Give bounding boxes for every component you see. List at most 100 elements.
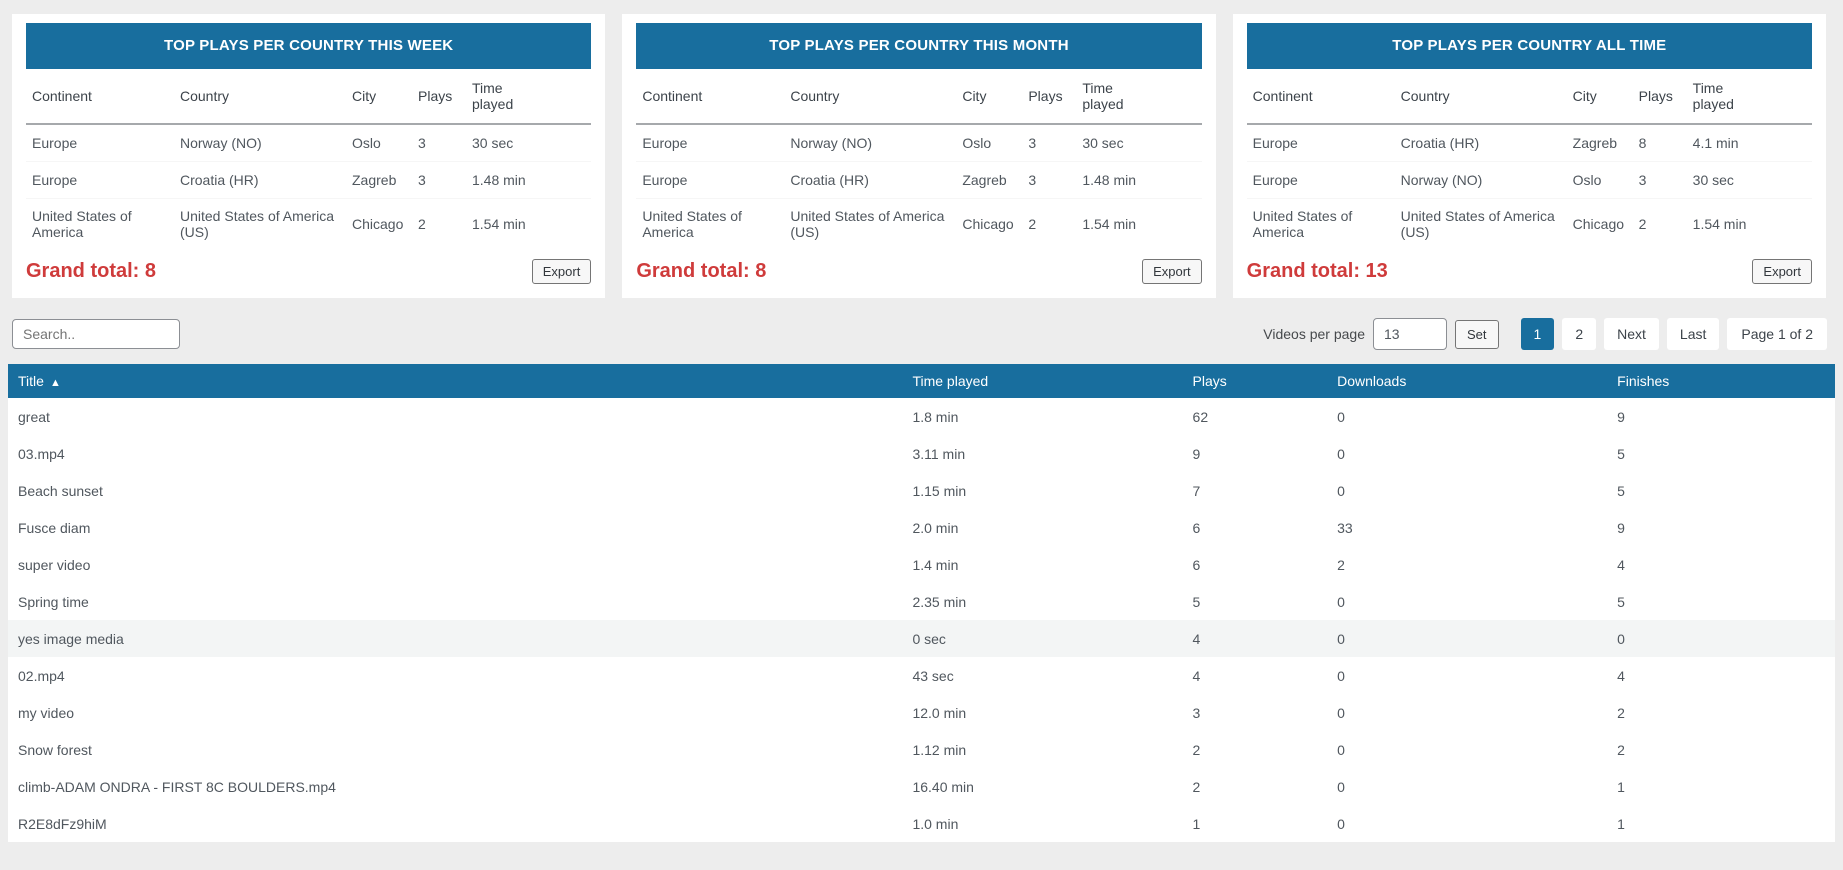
city-cell: Chicago bbox=[1572, 216, 1625, 232]
finishes-cell: 2 bbox=[1617, 741, 1625, 758]
video-stats-row: my video 12.0 min 3 0 2 bbox=[8, 694, 1835, 731]
plays-cell: 2 bbox=[1638, 216, 1647, 232]
title-cell: Snow forest bbox=[18, 741, 92, 758]
city-cell: Zagreb bbox=[1572, 135, 1618, 151]
time-played-cell: 4.1 min bbox=[1692, 135, 1739, 151]
video-stats-row: 03.mp4 3.11 min 9 0 5 bbox=[8, 435, 1835, 472]
title-cell: R2E8dFz9hiM bbox=[18, 815, 107, 832]
country-cell: Croatia (HR) bbox=[1400, 135, 1480, 151]
column-header-country: Country bbox=[180, 88, 230, 104]
export-button[interactable]: Export bbox=[531, 259, 592, 284]
card-table-header: Continent Country City Plays Time played bbox=[636, 69, 1202, 125]
country-cell: United States of America (US) bbox=[790, 208, 945, 240]
title-cell: great bbox=[18, 408, 50, 425]
time-played-cell: 1.54 min bbox=[472, 216, 526, 232]
card-table-body: Europe Croatia (HR) Zagreb 8 4.1 min Eur… bbox=[1246, 125, 1812, 249]
title-cell: Spring time bbox=[18, 593, 89, 610]
videos-per-page-input[interactable] bbox=[1373, 318, 1447, 350]
plays-cell: 2 bbox=[1028, 216, 1037, 232]
card-title: TOP PLAYS PER COUNTRY ALL TIME bbox=[1246, 23, 1812, 69]
card-footer: Grand total: 8 Export bbox=[26, 249, 592, 298]
grand-total: Grand total: 8 bbox=[26, 260, 157, 282]
continent-cell: Europe bbox=[1252, 135, 1298, 151]
finishes-cell: 9 bbox=[1617, 408, 1625, 425]
videos-table: Title ▲ Time played Plays Downloads Finis… bbox=[8, 364, 1835, 842]
finishes-cell: 9 bbox=[1617, 519, 1625, 536]
column-header-country: Country bbox=[1400, 88, 1450, 104]
card-table-header: Continent Country City Plays Time played bbox=[1246, 69, 1812, 125]
plays-cell: 9 bbox=[1192, 445, 1201, 462]
videos-table-body: great 1.8 min 62 0 9 03.mp4 3.11 min 9 0… bbox=[8, 398, 1835, 842]
table-row: United States of America United States o… bbox=[636, 199, 1201, 249]
video-stats-row: Fusce diam 2.0 min 6 33 9 bbox=[8, 509, 1835, 546]
downloads-cell: 0 bbox=[1337, 630, 1345, 647]
page-button-2[interactable]: 2 bbox=[1562, 318, 1597, 350]
finishes-cell: 5 bbox=[1617, 482, 1625, 499]
downloads-cell: 2 bbox=[1337, 556, 1345, 573]
plays-cell: 2 bbox=[1192, 778, 1201, 795]
city-cell: Zagreb bbox=[962, 172, 1007, 188]
videos-per-page-label: Videos per page bbox=[1263, 326, 1365, 342]
city-cell: Zagreb bbox=[352, 172, 397, 188]
time-played-cell: 30 sec bbox=[1692, 172, 1734, 188]
finishes-cell: 2 bbox=[1617, 704, 1625, 721]
video-stats-row: super video 1.4 min 6 2 4 bbox=[8, 546, 1835, 583]
title-cell: super video bbox=[18, 556, 91, 573]
set-button[interactable]: Set bbox=[1455, 319, 1499, 349]
plays-cell: 2 bbox=[1192, 741, 1201, 758]
downloads-cell: 0 bbox=[1337, 667, 1345, 684]
next-page-button[interactable]: Next bbox=[1604, 318, 1659, 350]
column-header-time-played[interactable]: Time played bbox=[912, 373, 1192, 389]
time-played-cell: 30 sec bbox=[1082, 135, 1124, 151]
time-played-cell: 1.15 min bbox=[912, 482, 967, 499]
column-header-downloads[interactable]: Downloads bbox=[1337, 373, 1617, 389]
time-played-cell: 1.0 min bbox=[912, 815, 959, 832]
export-button[interactable]: Export bbox=[1142, 259, 1202, 284]
continent-cell: United States of America bbox=[642, 208, 742, 240]
downloads-cell: 33 bbox=[1337, 519, 1353, 536]
time-played-cell: 1.48 min bbox=[1082, 172, 1137, 188]
plays-cell: 3 bbox=[1028, 135, 1037, 151]
column-header-time-played: Time played bbox=[472, 80, 514, 112]
plays-cell: 62 bbox=[1192, 408, 1209, 425]
country-cell: Norway (NO) bbox=[790, 135, 872, 151]
last-page-button[interactable]: Last bbox=[1666, 318, 1720, 350]
plays-cell: 3 bbox=[1192, 704, 1201, 721]
time-played-cell: 12.0 min bbox=[912, 704, 967, 721]
table-row: Europe Croatia (HR) Zagreb 3 1.48 min bbox=[636, 162, 1202, 199]
country-cell: Norway (NO) bbox=[1400, 172, 1483, 188]
city-cell: Oslo bbox=[1572, 172, 1602, 188]
column-header-continent: Continent bbox=[1252, 88, 1313, 104]
time-played-cell: 1.4 min bbox=[912, 556, 959, 573]
continent-cell: Europe bbox=[32, 172, 78, 188]
column-header-city: City bbox=[352, 88, 377, 104]
column-header-city: City bbox=[962, 88, 987, 104]
time-played-cell: 0 sec bbox=[912, 630, 946, 647]
plays-cell: 3 bbox=[418, 172, 426, 188]
video-stats-row: Beach sunset 1.15 min 7 0 5 bbox=[8, 472, 1835, 509]
column-header-title[interactable]: Title ▲ bbox=[18, 373, 912, 389]
video-stats-row: R2E8dFz9hiM 1.0 min 1 0 1 bbox=[8, 805, 1835, 842]
column-header-continent: Continent bbox=[642, 88, 703, 104]
plays-cell: 3 bbox=[418, 135, 426, 151]
column-header-plays[interactable]: Plays bbox=[1193, 373, 1338, 389]
card-title: TOP PLAYS PER COUNTRY THIS MONTH bbox=[636, 23, 1202, 69]
table-row: Europe Croatia (HR) Zagreb 8 4.1 min bbox=[1246, 125, 1812, 162]
export-button[interactable]: Export bbox=[1752, 259, 1812, 284]
title-cell: Fusce diam bbox=[18, 519, 91, 536]
plays-cell: 4 bbox=[1192, 630, 1201, 647]
video-stats-row: Spring time 2.35 min 5 0 5 bbox=[8, 583, 1835, 620]
column-header-time-played: Time played bbox=[1692, 80, 1734, 112]
plays-cell: 7 bbox=[1192, 482, 1201, 499]
search-input[interactable] bbox=[12, 319, 180, 349]
video-stats-row: great 1.8 min 62 0 9 bbox=[8, 398, 1835, 435]
column-header-finishes[interactable]: Finishes bbox=[1617, 373, 1825, 389]
time-played-cell: 1.54 min bbox=[1692, 216, 1747, 232]
finishes-cell: 5 bbox=[1617, 445, 1625, 462]
finishes-cell: 4 bbox=[1617, 667, 1625, 684]
time-played-cell: 1.12 min bbox=[912, 741, 967, 758]
page-status: Page 1 of 2 bbox=[1727, 318, 1827, 350]
plays-cell: 3 bbox=[1638, 172, 1647, 188]
page-button-1[interactable]: 1 bbox=[1520, 318, 1555, 350]
videos-table-header: Title ▲ Time played Plays Downloads Finis… bbox=[8, 364, 1835, 398]
